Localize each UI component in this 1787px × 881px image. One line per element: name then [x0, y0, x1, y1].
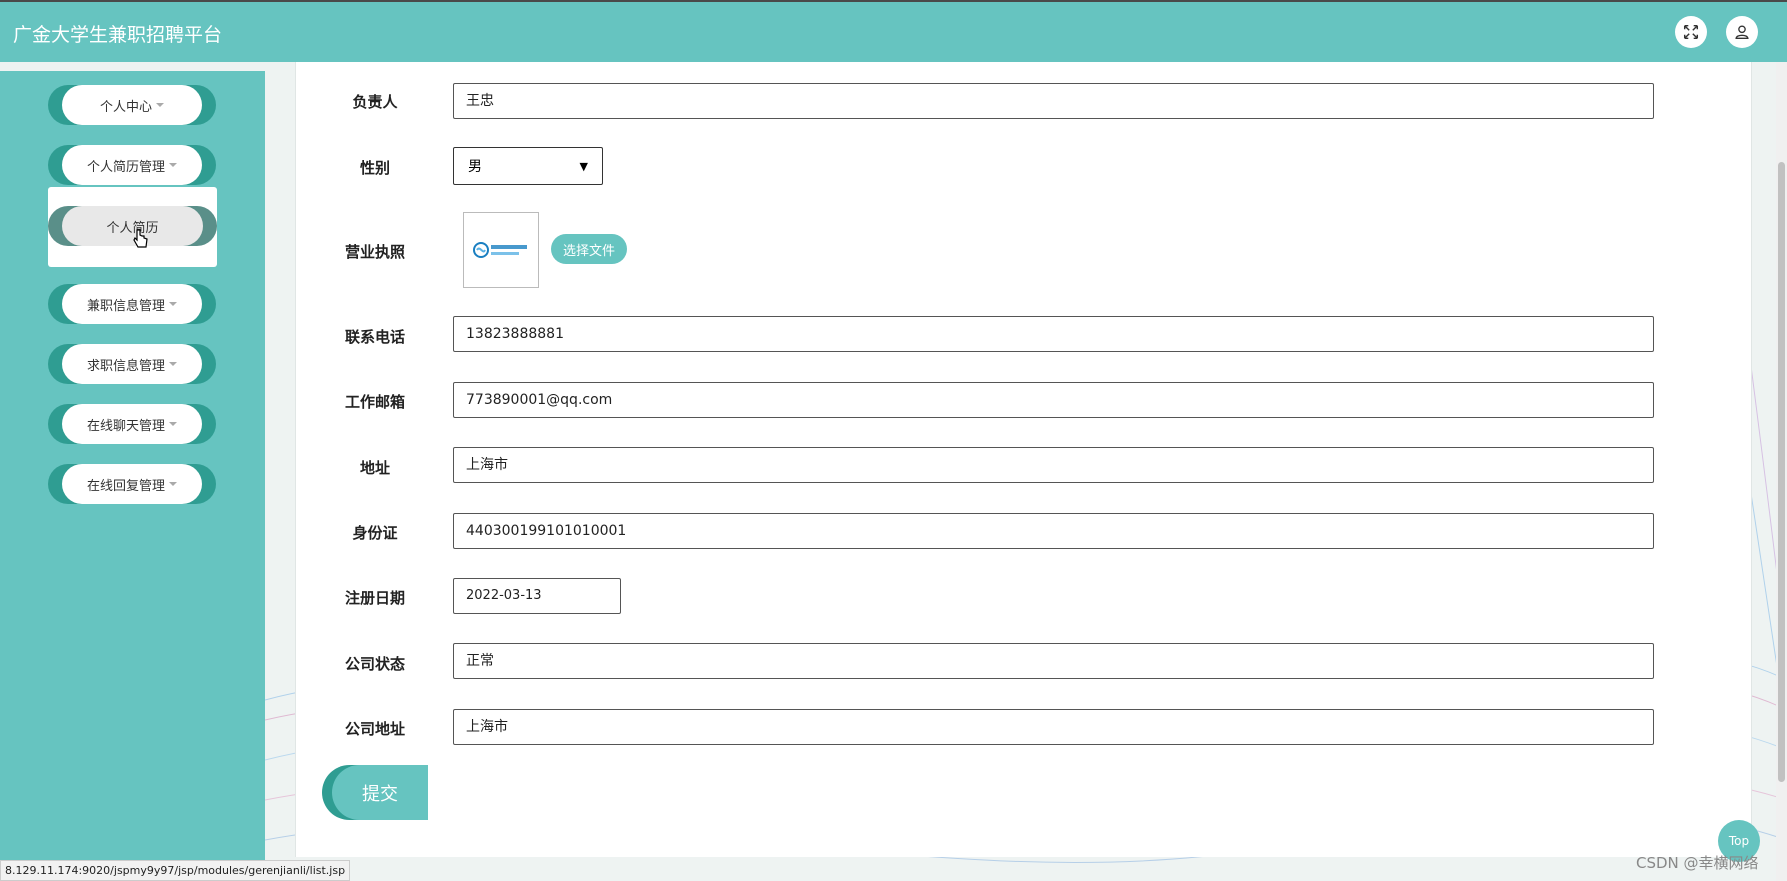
field-label-manager: 负责人 — [352, 93, 398, 111]
sidebar-item-personal-center[interactable]: 个人中心 — [48, 85, 216, 125]
field-label-company-status: 公司状态 — [344, 655, 405, 673]
register-date-input[interactable]: 2022-03-13 — [453, 578, 621, 614]
phone-input[interactable]: 13823888881 — [453, 316, 1654, 352]
sidebar: 个人中心 个人简历管理 个人简历 兼职信息管理 求职信息管理 在线聊天管理 在线… — [0, 71, 265, 881]
id-card-input[interactable]: 440300199101010001 — [453, 513, 1654, 549]
caret-down-icon — [169, 482, 177, 486]
sidebar-item-label: 个人中心 — [99, 99, 152, 115]
sidebar-item-label: 在线聊天管理 — [86, 418, 165, 434]
sidebar-item-resume-management[interactable]: 个人简历管理 — [48, 145, 216, 185]
address-input[interactable]: 上海市 — [453, 447, 1654, 483]
field-label-address: 地址 — [359, 459, 390, 477]
choose-file-button[interactable]: 选择文件 — [551, 234, 627, 264]
caret-down-icon — [169, 422, 177, 426]
caret-down-icon — [169, 302, 177, 306]
sidebar-item-label: 在线回复管理 — [86, 478, 165, 494]
company-address-input[interactable]: 上海市 — [453, 709, 1654, 745]
company-status-input[interactable]: 正常 — [453, 643, 1654, 679]
fullscreen-button[interactable] — [1675, 16, 1707, 48]
status-bar-url: 8.129.11.174:9020/jspmy9y97/jsp/modules/… — [0, 860, 351, 881]
sidebar-item-reply-management[interactable]: 在线回复管理 — [48, 464, 216, 504]
field-label-email: 工作邮箱 — [344, 393, 405, 411]
sidebar-item-label: 兼职信息管理 — [86, 298, 165, 314]
chevron-down-icon: ▼ — [579, 159, 588, 173]
field-label-register-date: 注册日期 — [344, 589, 405, 607]
field-label-company-address: 公司地址 — [344, 720, 405, 738]
user-menu-button[interactable] — [1726, 16, 1758, 48]
sidebar-item-jobseek-management[interactable]: 求职信息管理 — [48, 344, 216, 384]
caret-down-icon — [169, 163, 177, 167]
gender-selected-value: 男 — [468, 159, 482, 175]
sidebar-item-parttime-management[interactable]: 兼职信息管理 — [48, 284, 216, 324]
expand-icon — [1683, 24, 1699, 40]
field-label-phone: 联系电话 — [344, 328, 405, 346]
field-label-id-card: 身份证 — [352, 524, 398, 542]
user-icon — [1735, 25, 1749, 39]
field-label-business-license: 营业执照 — [344, 243, 405, 261]
manager-input[interactable]: 王忠 — [453, 83, 1654, 119]
scrollbar-thumb[interactable] — [1778, 162, 1785, 782]
field-label-gender: 性别 — [359, 159, 390, 177]
sidebar-item-label: 个人简历管理 — [86, 159, 165, 175]
app-title: 广金大学生兼职招聘平台 — [13, 24, 223, 46]
sidebar-item-chat-management[interactable]: 在线聊天管理 — [48, 404, 216, 444]
submit-label: 提交 — [332, 765, 428, 820]
caret-down-icon — [156, 103, 164, 107]
china-mobile-logo — [473, 242, 527, 258]
email-input[interactable]: 773890001@qq.com — [453, 382, 1654, 418]
business-license-image — [463, 212, 539, 288]
caret-down-icon — [169, 362, 177, 366]
resume-submenu: 个人简历 — [48, 187, 217, 267]
hand-cursor-icon — [133, 229, 148, 248]
watermark: CSDN @幸横网络 — [1636, 854, 1759, 872]
top-navbar: 广金大学生兼职招聘平台 — [0, 0, 1787, 62]
gender-select[interactable]: 男 ▼ — [453, 147, 603, 185]
submit-button[interactable]: 提交 — [322, 765, 428, 820]
sidebar-item-label: 求职信息管理 — [86, 358, 165, 374]
scrollbar[interactable] — [1776, 62, 1787, 881]
